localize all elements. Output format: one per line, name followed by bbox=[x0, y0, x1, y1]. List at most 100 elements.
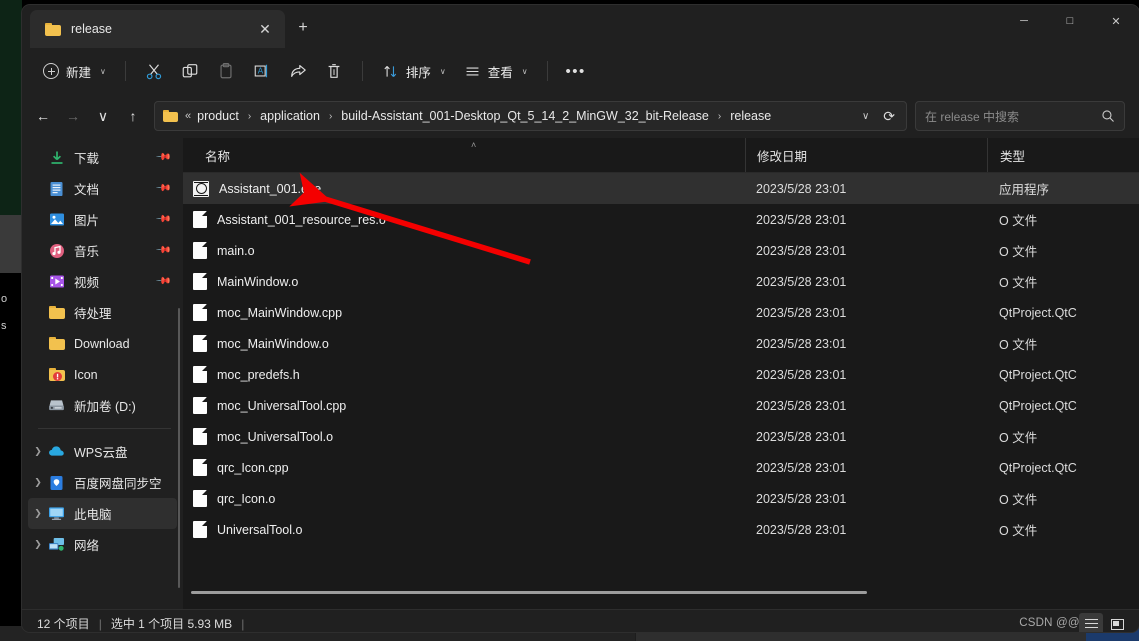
chevron-right-icon[interactable]: ❯ bbox=[28, 539, 48, 550]
chevron-right-icon[interactable]: ❯ bbox=[28, 508, 48, 519]
command-separator bbox=[124, 61, 126, 81]
table-row[interactable]: main.o 2023/5/28 23:01 O 文件 bbox=[183, 235, 1139, 266]
pin-icon[interactable]: 📌 bbox=[154, 180, 171, 197]
more-options-button[interactable]: ••• bbox=[558, 55, 594, 87]
paste-button[interactable] bbox=[208, 55, 244, 87]
address-dropdown-button[interactable]: ∨ bbox=[850, 111, 881, 122]
baidu-netdisk-icon bbox=[48, 474, 65, 491]
column-header-name[interactable]: 名称 ˄ bbox=[183, 138, 745, 172]
forward-button[interactable]: → bbox=[58, 101, 88, 131]
sidebar-item-pictures[interactable]: 图片 📌 bbox=[28, 204, 177, 235]
table-row[interactable]: moc_MainWindow.o 2023/5/28 23:01 O 文件 bbox=[183, 328, 1139, 359]
file-date: 2023/5/28 23:01 bbox=[756, 212, 847, 227]
sidebar-item-new-volume-d[interactable]: 新加卷 (D:) bbox=[28, 390, 177, 421]
breadcrumb-item-build[interactable]: build-Assistant_001-Desktop_Qt_5_14_2_Mi… bbox=[337, 106, 713, 126]
sidebar-item-label: Icon bbox=[74, 367, 98, 382]
search-input[interactable]: 在 release 中搜索 bbox=[925, 108, 1101, 125]
address-bar[interactable]: « product › application › build-Assistan… bbox=[154, 101, 907, 131]
sidebar-item-label: 文档 bbox=[74, 183, 100, 197]
folder-icon bbox=[45, 22, 61, 36]
table-row[interactable]: Assistant_001_resource_res.o 2023/5/28 2… bbox=[183, 204, 1139, 235]
table-row[interactable]: MainWindow.o 2023/5/28 23:01 O 文件 bbox=[183, 266, 1139, 297]
details-view-button[interactable] bbox=[1079, 613, 1103, 632]
pin-icon[interactable]: 📌 bbox=[154, 211, 171, 228]
close-window-button[interactable]: ✕ bbox=[1093, 5, 1139, 37]
horizontal-scrollbar-thumb[interactable] bbox=[191, 591, 867, 594]
sidebar-item-download-folder[interactable]: Download bbox=[28, 328, 177, 359]
table-row[interactable]: Assistant_001.exe 2023/5/28 23:01 应用程序 bbox=[183, 173, 1139, 204]
folder-alert-icon bbox=[48, 366, 65, 383]
breadcrumb-item-release[interactable]: release bbox=[726, 106, 775, 126]
new-button[interactable]: 新建 ∨ bbox=[36, 55, 115, 87]
pin-icon[interactable]: 📌 bbox=[154, 273, 171, 290]
sort-button[interactable]: 排序 ∨ bbox=[373, 55, 455, 87]
search-box[interactable]: 在 release 中搜索 bbox=[915, 101, 1125, 131]
column-header-date[interactable]: 修改日期 bbox=[745, 138, 987, 172]
chevron-right-icon[interactable]: ❯ bbox=[28, 477, 48, 488]
video-icon bbox=[48, 273, 65, 290]
sidebar-item-label: 视频 bbox=[74, 276, 100, 290]
file-type: QtProject.QtC bbox=[999, 398, 1077, 413]
file-name-cell: moc_MainWindow.o bbox=[183, 335, 745, 352]
sidebar-item-downloads[interactable]: 下载 📌 bbox=[28, 142, 177, 173]
up-button[interactable]: ↑ bbox=[118, 101, 148, 131]
refresh-button[interactable]: ⟳ bbox=[881, 108, 906, 125]
recent-locations-button[interactable]: ∨ bbox=[88, 101, 118, 131]
new-tab-button[interactable]: + bbox=[290, 16, 316, 40]
cut-button[interactable] bbox=[136, 55, 172, 87]
table-row[interactable]: qrc_Icon.cpp 2023/5/28 23:01 QtProject.Q… bbox=[183, 452, 1139, 483]
chevron-right-icon[interactable]: ❯ bbox=[28, 446, 48, 457]
horizontal-scrollbar[interactable] bbox=[183, 591, 1139, 603]
file-icon bbox=[193, 459, 207, 476]
table-row[interactable]: qrc_Icon.o 2023/5/28 23:01 O 文件 bbox=[183, 483, 1139, 514]
sidebar-item-this-pc[interactable]: ❯ 此电脑 bbox=[28, 498, 177, 529]
sidebar-item-label: 百度网盘同步空 bbox=[74, 477, 162, 491]
minimize-button[interactable]: ─ bbox=[1001, 5, 1047, 37]
sidebar-item-videos[interactable]: 视频 📌 bbox=[28, 266, 177, 297]
sidebar-scrollbar[interactable] bbox=[178, 308, 180, 588]
table-row[interactable]: moc_UniversalTool.cpp 2023/5/28 23:01 Qt… bbox=[183, 390, 1139, 421]
file-name-cell: qrc_Icon.o bbox=[183, 490, 745, 507]
sidebar-item-music[interactable]: 音乐 📌 bbox=[28, 235, 177, 266]
tiles-view-button[interactable] bbox=[1105, 613, 1129, 632]
csdn-watermark: CSDN @@T bbox=[1019, 617, 1087, 629]
view-button[interactable]: 查看 ∨ bbox=[455, 55, 537, 87]
share-button[interactable] bbox=[280, 55, 316, 87]
column-header-type[interactable]: 类型 bbox=[987, 138, 1139, 172]
status-separator-2: | bbox=[241, 616, 245, 631]
pin-icon[interactable]: 📌 bbox=[154, 149, 171, 166]
sidebar-item-label: 此电脑 bbox=[74, 508, 112, 522]
table-row[interactable]: moc_UniversalTool.o 2023/5/28 23:01 O 文件 bbox=[183, 421, 1139, 452]
table-row[interactable]: moc_predefs.h 2023/5/28 23:01 QtProject.… bbox=[183, 359, 1139, 390]
copy-button[interactable] bbox=[172, 55, 208, 87]
file-name: UniversalTool.o bbox=[217, 522, 303, 537]
new-button-label: 新建 bbox=[66, 65, 92, 80]
file-name-cell: qrc_Icon.cpp bbox=[183, 459, 745, 476]
sidebar-item-wps-cloud[interactable]: ❯ WPS云盘 bbox=[28, 436, 177, 467]
sort-ascending-icon: ˄ bbox=[471, 140, 477, 150]
close-tab-button[interactable]: ✕ bbox=[255, 19, 275, 39]
breadcrumb-overflow[interactable]: « bbox=[185, 110, 191, 122]
sidebar-item-icon-folder[interactable]: Icon bbox=[28, 359, 177, 390]
file-date: 2023/5/28 23:01 bbox=[756, 491, 847, 506]
file-name-cell: Assistant_001.exe bbox=[183, 180, 745, 197]
view-button-label: 查看 bbox=[487, 65, 513, 80]
back-button[interactable]: ← bbox=[28, 101, 58, 131]
sidebar-item-network[interactable]: ❯ 网络 bbox=[28, 529, 177, 560]
table-row[interactable]: moc_MainWindow.cpp 2023/5/28 23:01 QtPro… bbox=[183, 297, 1139, 328]
breadcrumb-item-product[interactable]: product bbox=[193, 106, 243, 126]
sidebar-item-pending[interactable]: 待处理 bbox=[28, 297, 177, 328]
sidebar-item-documents[interactable]: 文档 📌 bbox=[28, 173, 177, 204]
exe-icon bbox=[193, 180, 209, 197]
sidebar-item-baidu-netdisk[interactable]: ❯ 百度网盘同步空 bbox=[28, 467, 177, 498]
desktop-green-strip bbox=[0, 0, 22, 215]
pin-icon[interactable]: 📌 bbox=[154, 242, 171, 259]
breadcrumb-item-application[interactable]: application bbox=[256, 106, 324, 126]
folder-icon bbox=[48, 304, 65, 321]
rename-button[interactable]: A bbox=[244, 55, 280, 87]
tab-release[interactable]: release ✕ bbox=[30, 10, 285, 48]
delete-button[interactable] bbox=[316, 55, 352, 87]
table-row[interactable]: UniversalTool.o 2023/5/28 23:01 O 文件 bbox=[183, 514, 1139, 545]
window-controls: ─ □ ✕ bbox=[1001, 5, 1139, 37]
maximize-button[interactable]: □ bbox=[1047, 5, 1093, 37]
